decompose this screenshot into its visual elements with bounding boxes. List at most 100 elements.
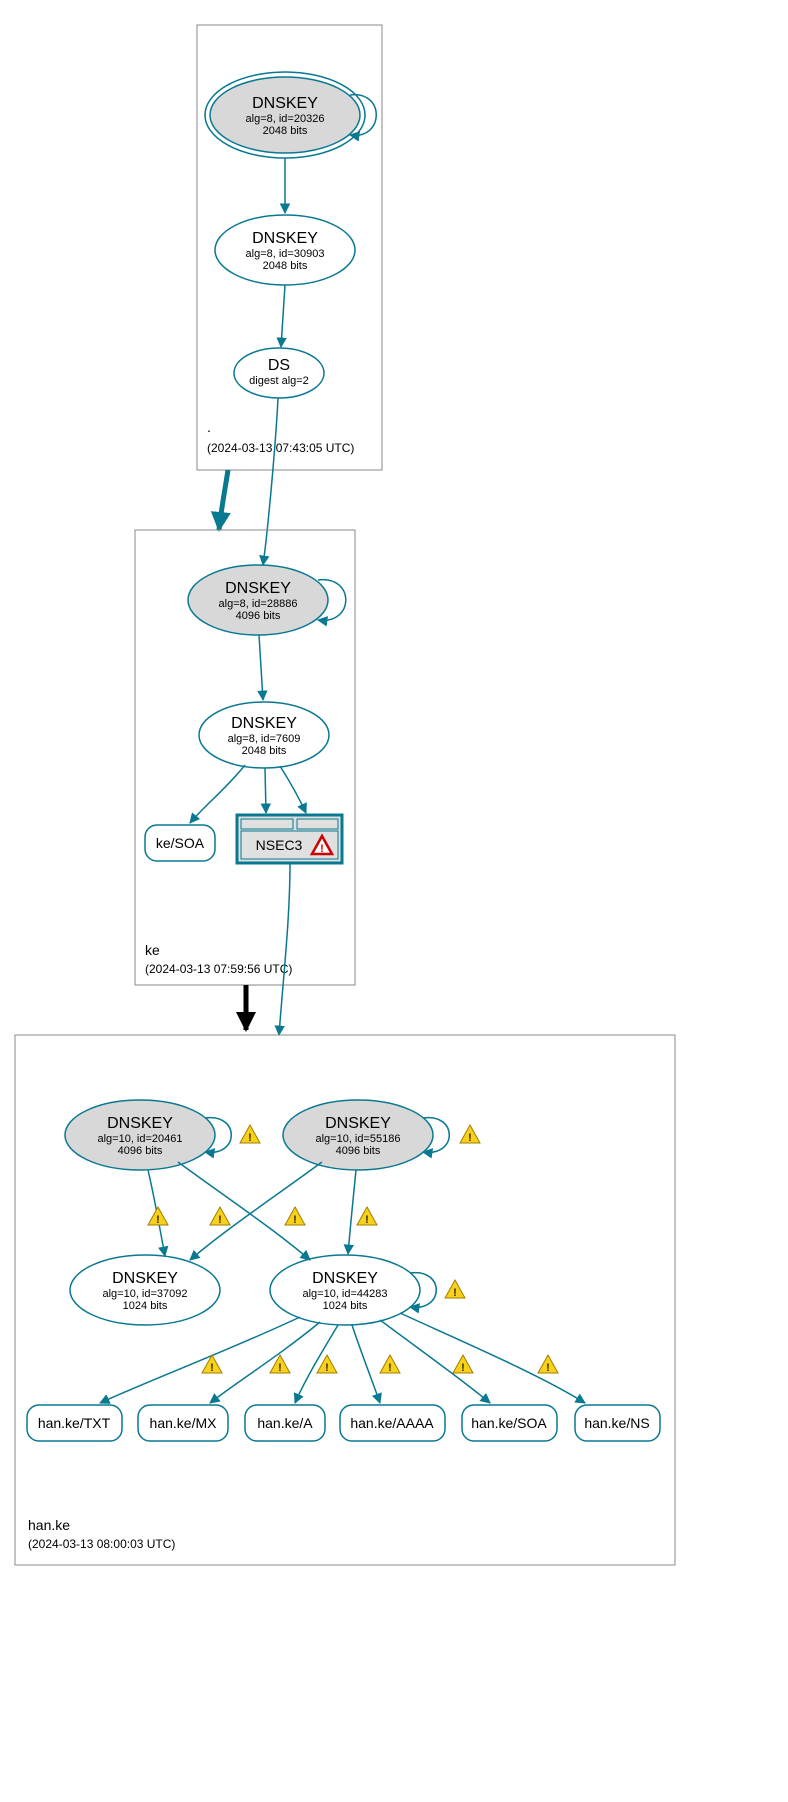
- svg-text:alg=8, id=20326: alg=8, id=20326: [246, 113, 325, 125]
- svg-text:!: !: [388, 1362, 392, 1374]
- svg-text:DNSKEY: DNSKEY: [325, 1115, 391, 1132]
- svg-text:alg=10, id=20461: alg=10, id=20461: [97, 1133, 182, 1145]
- svg-text:alg=8, id=7609: alg=8, id=7609: [228, 733, 301, 745]
- svg-text:4096 bits: 4096 bits: [236, 610, 281, 622]
- svg-text:NSEC3: NSEC3: [256, 837, 303, 853]
- svg-text:!: !: [453, 1287, 457, 1299]
- svg-text:DNSKEY: DNSKEY: [231, 715, 297, 732]
- node-ke-ksk: DNSKEY alg=8, id=28886 4096 bits: [188, 565, 328, 635]
- svg-text:!: !: [461, 1362, 465, 1374]
- svg-text:!: !: [278, 1362, 282, 1374]
- svg-text:!: !: [468, 1132, 472, 1144]
- svg-text:han.ke/MX: han.ke/MX: [150, 1415, 218, 1431]
- svg-text:han.ke/AAAA: han.ke/AAAA: [350, 1415, 434, 1431]
- svg-text:1024 bits: 1024 bits: [323, 1300, 368, 1312]
- svg-text:DNSKEY: DNSKEY: [252, 95, 318, 112]
- svg-text:2048 bits: 2048 bits: [242, 745, 287, 757]
- edge-ds-ke-ksk: [263, 398, 278, 565]
- warning-icon: !: [460, 1125, 480, 1144]
- svg-text:DNSKEY: DNSKEY: [112, 1270, 178, 1287]
- svg-text:!: !: [325, 1362, 329, 1374]
- warning-icon: !: [240, 1125, 260, 1144]
- node-rr-ns: han.ke/NS: [575, 1405, 660, 1441]
- edge-nsec3-to-hanke: [279, 863, 290, 1035]
- warning-icon: !: [148, 1207, 168, 1226]
- svg-text:alg=10, id=37092: alg=10, id=37092: [102, 1288, 187, 1300]
- zone-ke-label: ke: [145, 942, 160, 958]
- node-rr-soa: han.ke/SOA: [462, 1405, 557, 1441]
- edge-zsk2-mx: [210, 1322, 320, 1403]
- svg-text:alg=8, id=30903: alg=8, id=30903: [246, 248, 325, 260]
- node-root-ksk: DNSKEY alg=8, id=20326 2048 bits: [205, 72, 365, 158]
- zone-ke: ke (2024-03-13 07:59:56 UTC) DNSKEY alg=…: [135, 530, 355, 985]
- warning-icon: !: [453, 1355, 473, 1374]
- edge-ke-ksk-zsk: [259, 635, 263, 700]
- node-rr-a: han.ke/A: [245, 1405, 325, 1441]
- warning-icon: !: [445, 1280, 465, 1299]
- warning-icon: !: [210, 1207, 230, 1226]
- svg-text:han.ke/TXT: han.ke/TXT: [38, 1415, 111, 1431]
- node-ke-nsec3: NSEC3 !: [237, 815, 342, 863]
- warning-icon: !: [357, 1207, 377, 1226]
- node-rr-txt: han.ke/TXT: [27, 1405, 122, 1441]
- edge-ksk1-zsk2: [178, 1162, 310, 1260]
- dnssec-graph: . (2024-03-13 07:43:05 UTC) DNSKEY alg=8…: [0, 0, 788, 1802]
- svg-text:!: !: [320, 843, 324, 855]
- zone-hanke: han.ke (2024-03-13 08:00:03 UTC) DNSKEY …: [15, 1035, 675, 1565]
- zone-root: . (2024-03-13 07:43:05 UTC) DNSKEY alg=8…: [197, 25, 382, 470]
- zone-root-time: (2024-03-13 07:43:05 UTC): [207, 441, 354, 455]
- zone-root-label: .: [207, 419, 211, 435]
- node-root-zsk: DNSKEY alg=8, id=30903 2048 bits: [215, 215, 355, 285]
- svg-text:DNSKEY: DNSKEY: [252, 230, 318, 247]
- svg-text:!: !: [210, 1362, 214, 1374]
- edge-zsk2-aaaa: [352, 1325, 380, 1403]
- svg-text:ke/SOA: ke/SOA: [156, 835, 205, 851]
- svg-text:han.ke/A: han.ke/A: [257, 1415, 313, 1431]
- node-rr-aaaa: han.ke/AAAA: [340, 1405, 445, 1441]
- edge-root-zsk-ds: [281, 285, 285, 347]
- svg-text:alg=8, id=28886: alg=8, id=28886: [219, 598, 298, 610]
- svg-text:han.ke/SOA: han.ke/SOA: [471, 1415, 547, 1431]
- edge-ke-zsk-nsec3b: [280, 766, 306, 813]
- node-ke-soa: ke/SOA: [145, 825, 215, 861]
- edge-zsk2-ns: [400, 1313, 585, 1403]
- edge-ksk2-zsk1: [190, 1162, 322, 1260]
- warning-icon: !: [317, 1355, 337, 1374]
- edge-zsk2-soa: [380, 1320, 490, 1403]
- svg-text:DNSKEY: DNSKEY: [312, 1270, 378, 1287]
- svg-text:DNSKEY: DNSKEY: [225, 580, 291, 597]
- warning-icon: !: [285, 1207, 305, 1226]
- svg-text:!: !: [365, 1214, 369, 1226]
- zone-hanke-label: han.ke: [28, 1517, 70, 1533]
- node-ke-zsk: DNSKEY alg=8, id=7609 2048 bits: [199, 702, 329, 768]
- warning-icon: !: [380, 1355, 400, 1374]
- svg-text:!: !: [293, 1214, 297, 1226]
- svg-text:4096 bits: 4096 bits: [118, 1145, 163, 1157]
- svg-text:digest alg=2: digest alg=2: [249, 375, 309, 387]
- svg-text:!: !: [156, 1214, 160, 1226]
- svg-text:alg=10, id=44283: alg=10, id=44283: [302, 1288, 387, 1300]
- node-hanke-zsk2: DNSKEY alg=10, id=44283 1024 bits: [270, 1255, 420, 1325]
- svg-text:4096 bits: 4096 bits: [336, 1145, 381, 1157]
- svg-text:!: !: [218, 1214, 222, 1226]
- node-hanke-zsk1: DNSKEY alg=10, id=37092 1024 bits: [70, 1255, 220, 1325]
- edge-root-to-ke-delegation: [219, 470, 228, 530]
- node-hanke-ksk2: DNSKEY alg=10, id=55186 4096 bits: [283, 1100, 433, 1170]
- edge-ke-zsk-nsec3a: [265, 768, 266, 813]
- node-rr-mx: han.ke/MX: [138, 1405, 228, 1441]
- svg-text:1024 bits: 1024 bits: [123, 1300, 168, 1312]
- node-root-ds: DS digest alg=2: [234, 348, 324, 398]
- svg-text:han.ke/NS: han.ke/NS: [584, 1415, 649, 1431]
- svg-text:!: !: [248, 1132, 252, 1144]
- svg-text:alg=10, id=55186: alg=10, id=55186: [315, 1133, 400, 1145]
- warning-icon: !: [538, 1355, 558, 1374]
- node-hanke-ksk1: DNSKEY alg=10, id=20461 4096 bits: [65, 1100, 215, 1170]
- svg-text:2048 bits: 2048 bits: [263, 260, 308, 272]
- svg-text:DNSKEY: DNSKEY: [107, 1115, 173, 1132]
- zone-ke-time: (2024-03-13 07:59:56 UTC): [145, 962, 292, 976]
- svg-text:!: !: [546, 1362, 550, 1374]
- svg-text:DS: DS: [268, 357, 290, 374]
- zone-hanke-time: (2024-03-13 08:00:03 UTC): [28, 1537, 175, 1551]
- edge-ksk2-zsk2: [348, 1170, 356, 1254]
- svg-text:2048 bits: 2048 bits: [263, 125, 308, 137]
